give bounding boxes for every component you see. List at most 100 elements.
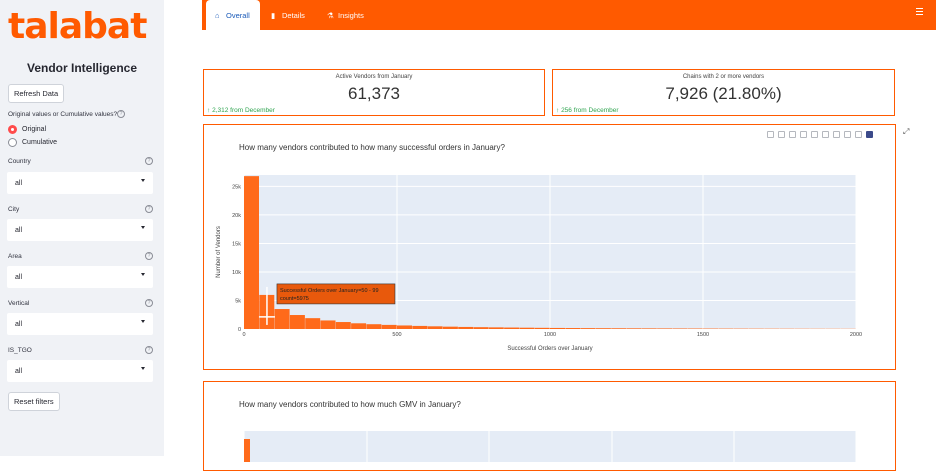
histogram-bar — [535, 328, 550, 329]
help-icon[interactable]: ? — [145, 205, 153, 213]
y-tick-label: 5k — [235, 298, 241, 304]
vertical-select[interactable]: all — [7, 313, 153, 335]
y-tick-label: 15k — [232, 241, 241, 247]
radio-label: Cumulative — [22, 139, 57, 146]
tab-details[interactable]: ▮Details — [271, 0, 305, 30]
radio-selected-icon — [8, 125, 17, 134]
kpi-value: 61,373 — [204, 84, 544, 104]
home-icon: ⌂ — [215, 11, 224, 20]
x-tick-label: 2000 — [850, 332, 862, 338]
histogram-bar — [351, 323, 366, 329]
kpi-value: 7,926 (21.80%) — [553, 84, 894, 104]
x-axis-label: Successful Orders over January — [507, 346, 592, 352]
tab-overall[interactable]: ⌂Overall — [206, 0, 260, 30]
radio-unselected-icon — [8, 138, 17, 147]
histogram-bar — [565, 328, 580, 329]
histogram-bar — [504, 328, 519, 329]
histogram-bar — [336, 322, 351, 329]
histogram-bar — [428, 326, 443, 329]
filter-label-area: Area — [8, 253, 22, 260]
sidebar-title: Vendor Intelligence — [0, 61, 164, 75]
tab-insights[interactable]: ⚗Insights — [327, 0, 364, 30]
arrow-up-icon: ↑ — [207, 107, 210, 114]
select-value: all — [15, 274, 22, 281]
fullscreen-icon[interactable]: ⤢ — [903, 127, 909, 137]
kpi-chains: Chains with 2 or more vendors 7,926 (21.… — [552, 69, 895, 116]
help-icon[interactable]: ? — [145, 252, 153, 260]
x-tick-label: 500 — [392, 332, 401, 338]
orders-chart-panel: How many vendors contributed to how many… — [203, 124, 896, 370]
talabat-logo: talabat — [8, 6, 146, 47]
x-tick-label: 1500 — [697, 332, 709, 338]
x-tick-label: 1000 — [544, 332, 556, 338]
select-value: all — [15, 321, 22, 328]
chevron-down-icon — [141, 226, 145, 229]
help-icon[interactable]: ? — [145, 299, 153, 307]
city-select[interactable]: all — [7, 219, 153, 241]
histogram-bar — [581, 328, 596, 329]
values-question-label: Original values or Cumulative values? — [8, 111, 117, 118]
radio-cumulative[interactable]: Cumulative — [8, 138, 57, 147]
refresh-data-button[interactable]: Refresh Data — [8, 84, 64, 103]
help-icon[interactable]: ? — [117, 110, 125, 118]
select-value: all — [15, 180, 22, 187]
arrow-up-icon: ↑ — [556, 107, 559, 114]
filter-label-city: City — [8, 206, 19, 213]
histogram-bar — [275, 309, 290, 329]
gmv-chart-panel: How many vendors contributed to how much… — [203, 381, 896, 471]
histogram-bar — [290, 315, 305, 329]
area-select[interactable]: all — [7, 266, 153, 288]
country-select[interactable]: all — [7, 172, 153, 194]
histogram-bar — [611, 328, 626, 329]
chevron-down-icon — [141, 179, 145, 182]
radio-original[interactable]: Original — [8, 125, 46, 134]
histogram-bar — [489, 327, 504, 329]
kpi-delta: ↑ 256 from December — [556, 107, 619, 114]
histogram-bar — [596, 328, 611, 329]
chevron-down-icon — [141, 320, 145, 323]
x-tick-label: 0 — [242, 332, 245, 338]
tab-label: Overall — [226, 11, 250, 20]
y-tick-label: 0 — [238, 327, 241, 333]
orders-histogram[interactable]: 05k10k15k20k25k0500100015002000Successfu… — [204, 125, 894, 368]
tab-label: Details — [282, 11, 305, 20]
chevron-down-icon — [141, 273, 145, 276]
y-tick-label: 25k — [232, 184, 241, 190]
filter-label-vertical: Vertical — [8, 300, 29, 307]
tab-label: Insights — [338, 11, 364, 20]
histogram-bar — [642, 328, 657, 329]
histogram-bar — [305, 318, 320, 329]
histogram-bar — [321, 320, 336, 329]
sidebar: talabat Vendor Intelligence Refresh Data… — [0, 0, 164, 456]
histogram-bar — [550, 328, 565, 329]
select-value: all — [15, 227, 22, 234]
tooltip-line: Successful Orders over January=50 - 99 — [280, 288, 379, 294]
histogram-bar — [627, 328, 642, 329]
kpi-label: Chains with 2 or more vendors — [553, 74, 894, 80]
select-value: all — [15, 368, 22, 375]
y-tick-label: 20k — [232, 213, 241, 219]
help-icon[interactable]: ? — [145, 157, 153, 165]
kpi-delta: ↑ 2,312 from December — [207, 107, 275, 114]
histogram-bar — [382, 325, 397, 329]
is-tgo-select[interactable]: all — [7, 360, 153, 382]
histogram-bar — [397, 325, 412, 329]
tooltip-line: count=5975 — [280, 296, 309, 302]
histogram-bar — [244, 176, 259, 329]
flask-icon: ⚗ — [327, 11, 336, 20]
help-icon[interactable]: ? — [145, 346, 153, 354]
chevron-down-icon — [141, 367, 145, 370]
histogram-bar — [458, 327, 473, 329]
histogram-bar — [474, 327, 489, 329]
gmv-histogram[interactable] — [204, 382, 894, 462]
reset-filters-button[interactable]: Reset filters — [8, 392, 60, 411]
kpi-label: Active Vendors from January — [204, 74, 544, 80]
filter-label-country: Country — [8, 158, 31, 165]
histogram-bar — [672, 328, 687, 329]
filter-label-is-tgo: IS_TGO — [8, 347, 32, 354]
y-axis-label: Number of Vendors — [216, 226, 222, 278]
radio-label: Original — [22, 126, 46, 133]
plot-background — [244, 431, 856, 462]
histogram-bar — [519, 328, 534, 329]
hamburger-menu-icon[interactable] — [916, 8, 923, 17]
